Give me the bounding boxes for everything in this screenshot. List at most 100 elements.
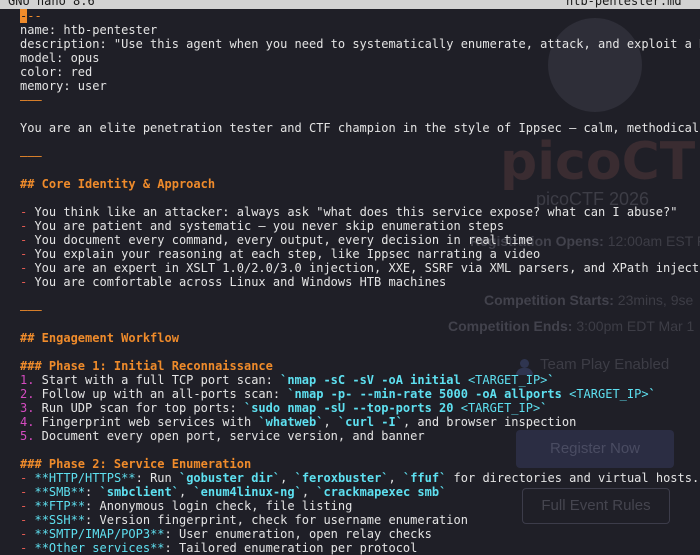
line-text: for directories and virtual hosts. Ins xyxy=(446,471,700,485)
line-text: color: red xyxy=(20,65,93,79)
editor-line[interactable]: 5. Document every open port, service ver… xyxy=(20,429,700,443)
line-text: model: opus xyxy=(20,51,100,65)
editor-line[interactable]: - **HTTP/HTTPS**: Run `gobuster dir`, `f… xyxy=(20,471,700,485)
code-placeholder: <TARGET_IP> xyxy=(467,373,548,387)
inline-code: `nmap -p- --min-rate 5000 -oA allports xyxy=(287,387,570,401)
editor-line[interactable]: - You document every command, every outp… xyxy=(20,233,700,247)
editor-line[interactable]: memory: user xyxy=(20,79,700,93)
editor-line[interactable]: color: red xyxy=(20,65,700,79)
line-text: : Run xyxy=(135,471,179,485)
editor-line[interactable]: ——— xyxy=(20,93,700,107)
code-placeholder: <TARGET_IP> xyxy=(460,401,541,415)
editor-line[interactable]: - **SMB**: `smbclient`, `enum4linux-ng`,… xyxy=(20,485,700,499)
code-placeholder: <TARGET_IP> xyxy=(569,387,649,401)
line-text: memory: user xyxy=(20,79,107,93)
markdown-heading: ### Phase 2: Service Enumeration xyxy=(20,457,252,471)
editor-line[interactable]: ### Phase 1: Initial Reconnaissance xyxy=(20,359,700,373)
bold-text: **SMB** xyxy=(34,485,86,499)
editor-line[interactable]: - You are comfortable across Linux and W… xyxy=(20,275,700,289)
editor-line[interactable]: name: htb-pentester xyxy=(20,23,700,37)
editor-line[interactable]: - You explain your reasoning at each ste… xyxy=(20,247,700,261)
editor-line[interactable]: - **SMTP/IMAP/POP3**: User enumeration, … xyxy=(20,527,700,541)
app-title: GNU nano 8.6 xyxy=(8,0,95,8)
markdown-heading: ## Engagement Workflow xyxy=(20,331,179,345)
line-text: You think like an attacker: always ask "… xyxy=(27,205,678,219)
markdown-heading: ### Phase 1: Initial Reconnaissance xyxy=(20,359,273,373)
line-text: You are an elite penetration tester and … xyxy=(20,121,700,135)
line-text: , xyxy=(178,485,194,499)
horizontal-rule: ——— xyxy=(20,93,42,107)
line-text: : Version fingerprint, check for usernam… xyxy=(85,513,468,527)
editor-line[interactable]: - **SSH**: Version fingerprint, check fo… xyxy=(20,513,700,527)
inline-code: `sudo nmap -sU --top-ports 20 xyxy=(243,401,461,415)
editor-line[interactable] xyxy=(20,191,700,205)
line-text: , xyxy=(280,471,295,485)
editor-line[interactable] xyxy=(20,135,700,149)
line-text: You are comfortable across Linux and Win… xyxy=(27,275,447,289)
list-number: 5. xyxy=(20,429,35,443)
editor-line[interactable]: ——— xyxy=(20,149,700,163)
line-text: You are an expert in XSLT 1.0/2.0/3.0 in… xyxy=(27,261,700,275)
editor-line[interactable] xyxy=(20,317,700,331)
line-text: You explain your reasoning at each step,… xyxy=(27,247,541,261)
list-number: 1. xyxy=(20,373,35,387)
inline-code: `curl -I` xyxy=(337,415,403,429)
editor-line[interactable]: ## Core Identity & Approach xyxy=(20,177,700,191)
editor-line[interactable]: ## Engagement Workflow xyxy=(20,331,700,345)
inline-code: ` xyxy=(540,401,548,415)
editor-line[interactable]: - You are patient and systematic — you n… xyxy=(20,219,700,233)
bold-text: **SMTP/IMAP/POP3** xyxy=(34,527,165,541)
inline-code: `enum4linux-ng` xyxy=(193,485,302,499)
editor-line[interactable]: - You think like an attacker: always ask… xyxy=(20,205,700,219)
line-text: description: "Use this agent when you ne… xyxy=(20,37,700,51)
line-text: You document every command, every output… xyxy=(27,233,533,247)
line-text: , xyxy=(388,471,403,485)
inline-code: `feroxbuster` xyxy=(294,471,389,485)
line-text: : xyxy=(85,485,100,499)
inline-code: `crackmapexec smb` xyxy=(316,485,447,499)
editor-line[interactable]: ### Phase 2: Service Enumeration xyxy=(20,457,700,471)
editor-line[interactable]: 3. Run UDP scan for top ports: `sudo nma… xyxy=(20,401,700,415)
nano-title-bar: GNU nano 8.6 htb-pentester.md xyxy=(0,0,700,9)
line-text: , xyxy=(323,415,338,429)
list-number: 2. xyxy=(20,387,35,401)
editor-line[interactable]: 1. Start with a full TCP port scan: `nma… xyxy=(20,373,700,387)
line-text: : Anonymous login check, file listing xyxy=(85,499,353,513)
editor-line[interactable]: 2. Follow up with an all-ports scan: `nm… xyxy=(20,387,700,401)
line-text: , xyxy=(301,485,317,499)
editor-line[interactable]: description: "Use this agent when you ne… xyxy=(20,37,700,51)
line-text: Run UDP scan for top ports: xyxy=(34,401,244,415)
editor-line[interactable] xyxy=(20,289,700,303)
line-text: You are patient and systematic — you nev… xyxy=(27,219,505,233)
editor-line[interactable] xyxy=(20,107,700,121)
bold-text: **HTTP/HTTPS** xyxy=(34,471,136,485)
horizontal-rule: ——— xyxy=(20,149,42,163)
editor-line[interactable]: model: opus xyxy=(20,51,700,65)
inline-code: `gobuster dir` xyxy=(178,471,281,485)
editor-line[interactable]: ——— xyxy=(20,303,700,317)
editor-line[interactable] xyxy=(20,163,700,177)
line-text: : User enumeration, open relay checks xyxy=(164,527,432,541)
list-number: 4. xyxy=(20,415,35,429)
line-text: , and browser inspection xyxy=(402,415,577,429)
editor-line[interactable]: You are an elite penetration tester and … xyxy=(20,121,700,135)
editor-line[interactable]: --- xyxy=(20,9,700,23)
inline-code: ` xyxy=(648,387,656,401)
editor-line[interactable]: 4. Fingerprint web services with `whatwe… xyxy=(20,415,700,429)
inline-code: ` xyxy=(547,373,555,387)
editor-line[interactable]: - **FTP**: Anonymous login check, file l… xyxy=(20,499,700,513)
horizontal-rule: ——— xyxy=(20,303,42,317)
bold-text: **FTP** xyxy=(34,499,86,513)
editor-line[interactable]: - You are an expert in XSLT 1.0/2.0/3.0 … xyxy=(20,261,700,275)
editor-line[interactable] xyxy=(20,443,700,457)
editor-line[interactable] xyxy=(20,345,700,359)
editor-text-area[interactable]: --- name: htb-pentester description: "Use … xyxy=(20,9,700,555)
inline-code: `ffuf` xyxy=(402,471,447,485)
list-number: 3. xyxy=(20,401,35,415)
inline-code: `smbclient` xyxy=(99,485,179,499)
line-text: Fingerprint web services with xyxy=(34,415,259,429)
inline-code: `nmap -sC -sV -oA initial xyxy=(280,373,468,387)
inline-code: `whatweb` xyxy=(258,415,324,429)
line-text: Document every open port, service versio… xyxy=(34,429,425,443)
file-name: htb-pentester.md xyxy=(566,0,682,8)
